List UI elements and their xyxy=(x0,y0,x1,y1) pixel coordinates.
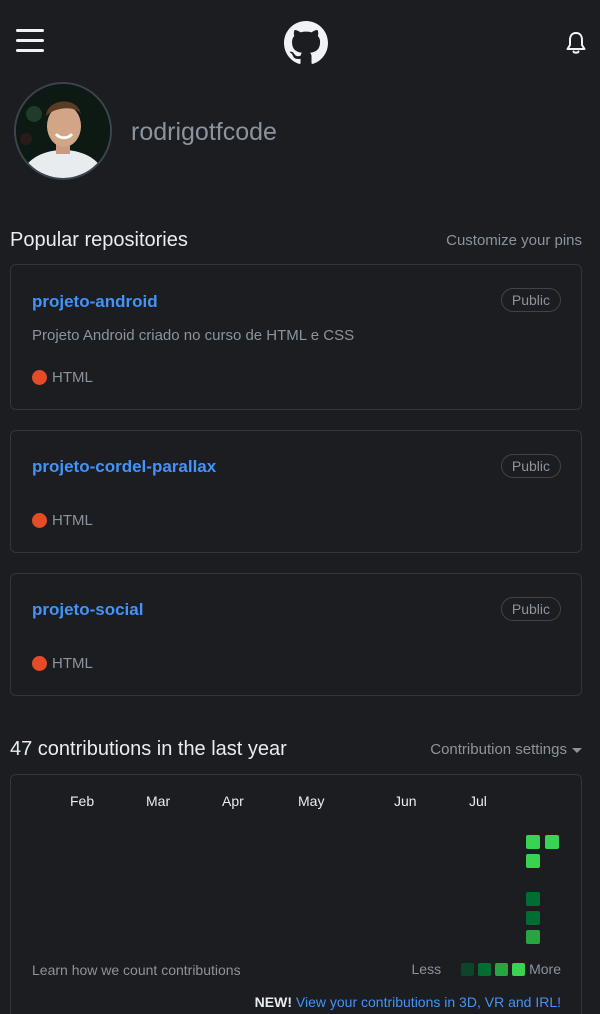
month-label: Jun xyxy=(394,793,417,809)
top-bar xyxy=(0,0,600,84)
username: rodrigotfcode xyxy=(131,118,277,146)
legend-square xyxy=(461,962,475,976)
repo-language: HTML xyxy=(32,655,93,672)
repo-language: HTML xyxy=(32,369,93,386)
language-color-dot xyxy=(32,513,47,528)
contribution-cell[interactable] xyxy=(526,892,540,906)
repo-description: Projeto Android criado no curso de HTML … xyxy=(32,327,355,344)
legend-square xyxy=(495,962,509,976)
profile-header: rodrigotfcode xyxy=(14,82,586,182)
contribution-settings-dropdown[interactable]: Contribution settings xyxy=(430,741,582,758)
contribution-cell[interactable] xyxy=(526,911,540,925)
month-label: Apr xyxy=(222,793,244,809)
customize-pins-link[interactable]: Customize your pins xyxy=(446,232,582,249)
caret-down-icon xyxy=(572,747,582,753)
language-color-dot xyxy=(32,370,47,385)
language-label: HTML xyxy=(52,655,93,672)
repo-link[interactable]: projeto-cordel-parallax xyxy=(32,457,216,477)
month-label: Mar xyxy=(146,793,171,809)
contribution-legend: Less More xyxy=(412,961,561,977)
legend-square xyxy=(512,962,526,976)
new-3d-banner: NEW! View your contributions in 3D, VR a… xyxy=(255,994,561,1010)
new-label: NEW! xyxy=(254,994,292,1010)
contributions-title: 47 contributions in the last year xyxy=(10,738,287,760)
contribution-graph: Feb Mar Apr May Jun Jul Learn how we cou… xyxy=(10,774,582,1014)
legend-square xyxy=(478,962,492,976)
repo-card-projeto-social: projeto-social Public HTML xyxy=(10,573,582,696)
language-label: HTML xyxy=(52,369,93,386)
contribution-cell[interactable] xyxy=(526,835,540,849)
avatar[interactable] xyxy=(14,82,112,180)
repo-language: HTML xyxy=(32,512,93,529)
language-label: HTML xyxy=(52,512,93,529)
month-label: Feb xyxy=(70,793,95,809)
view-3d-link[interactable]: View your contributions in 3D, VR and IR… xyxy=(296,994,561,1010)
hamburger-menu-icon[interactable] xyxy=(16,29,44,53)
contribution-cell[interactable] xyxy=(545,835,559,849)
visibility-badge: Public xyxy=(500,288,561,312)
legend-more: More xyxy=(529,961,561,977)
github-logo-icon[interactable] xyxy=(284,21,328,65)
popular-repositories-title: Popular repositories xyxy=(10,229,188,251)
language-color-dot xyxy=(32,656,47,671)
repo-card-projeto-cordel-parallax: projeto-cordel-parallax Public HTML xyxy=(10,430,582,553)
repo-link[interactable]: projeto-android xyxy=(32,292,158,312)
month-label: Jul xyxy=(469,793,487,809)
contribution-cell[interactable] xyxy=(526,930,540,944)
visibility-badge: Public xyxy=(500,454,561,478)
contribution-settings-label: Contribution settings xyxy=(430,741,567,758)
bell-icon[interactable] xyxy=(565,31,587,55)
learn-contributions-link[interactable]: Learn how we count contributions xyxy=(32,962,241,978)
visibility-badge: Public xyxy=(500,597,561,621)
month-label: May xyxy=(298,793,325,809)
repo-link[interactable]: projeto-social xyxy=(32,600,143,620)
legend-less: Less xyxy=(411,961,442,977)
repo-card-projeto-android: projeto-android Public Projeto Android c… xyxy=(10,264,582,410)
contribution-cell[interactable] xyxy=(526,854,540,868)
